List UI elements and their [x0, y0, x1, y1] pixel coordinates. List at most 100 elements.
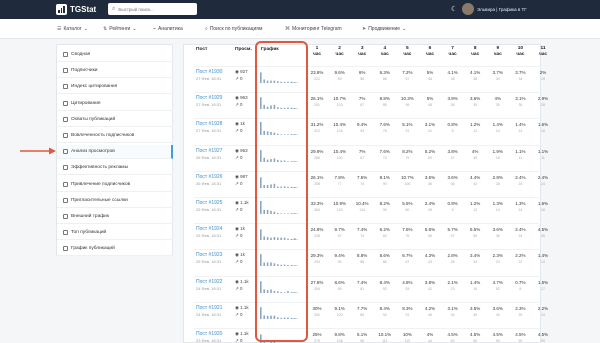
hour-cell: 10.4% 100 [331, 149, 349, 160]
hour-percent: 9.6% [334, 70, 345, 75]
search-input[interactable] [118, 6, 189, 12]
hour-percent: 8.6% [379, 253, 390, 259]
post-link[interactable]: Пост #1930 [196, 69, 222, 75]
hour-cell: 4.7% 52 [489, 280, 507, 291]
sidebar-item[interactable]: Вовлеченность подписчиков [57, 129, 173, 143]
hour-cell: 2.1% 23 [444, 280, 462, 291]
hour-percent: 7.6% [379, 148, 390, 154]
hour-cell: 8.2% 90 [376, 201, 394, 212]
hour-unit: час [493, 52, 502, 57]
hour-count: 85 [382, 103, 387, 108]
hour-count: 36 [428, 181, 432, 186]
hour-count: 56 [360, 77, 365, 81]
sidebar-item[interactable]: Сводная [57, 48, 173, 62]
hour-percent: 1.3% [492, 201, 503, 206]
sidebar-item[interactable]: Привлечение подписчиков [57, 178, 173, 192]
hour-percent: 9.1% [334, 305, 345, 311]
hour-count: 275 [314, 339, 320, 343]
nav-item-promotion[interactable]: ➤ Продвижение ⌄ [362, 26, 406, 32]
hour-cell: 3.7% 34 [511, 70, 529, 81]
hour-cell: 1.6% 16 [534, 122, 552, 133]
menu-item-icon [63, 52, 68, 57]
hour-cell: 8.6% 86 [376, 253, 394, 264]
sidebar-item[interactable]: Анализ просмотров [57, 145, 173, 160]
hour-cell: 4.5% 50 [466, 332, 484, 343]
hour-percent: 1.6% [537, 201, 549, 206]
hour-percent: 25% [312, 332, 322, 337]
hour-cell: 3.6% 36 [444, 175, 462, 186]
post-link[interactable]: Пост #1929 [196, 95, 222, 101]
moon-icon[interactable]: ☾ [451, 5, 457, 13]
nav-item-catalog[interactable]: ☰ Каталог ⌄ [57, 26, 88, 32]
sidebar-item[interactable]: График публикаций [57, 242, 173, 257]
header-hour: 2 час [331, 46, 349, 58]
hour-cell: 3.5% 39 [466, 306, 484, 317]
hour-percent: 8.3% [402, 305, 413, 311]
post-link[interactable]: Пост #1923 [196, 252, 222, 258]
hour-count: 90 [382, 208, 387, 212]
hour-unit: час [538, 52, 548, 57]
hour-count: 11 [518, 155, 523, 160]
post-link[interactable]: Пост #1928 [196, 121, 222, 127]
sidebar-item[interactable]: Эффективность рекламы [57, 161, 173, 176]
hour-percent: 9.4% [357, 122, 368, 128]
hour-percent: 1.6% [537, 122, 549, 128]
sidebar-item[interactable]: Цитирования [57, 97, 173, 111]
nav-item-analytics[interactable]: ⌁ Аналитика [153, 26, 183, 32]
post-link[interactable]: Пост #1922 [196, 279, 222, 285]
hour-percent: 5% [426, 70, 434, 75]
hour-cell: 1.4% 15 [466, 280, 484, 291]
nav-item-post-search[interactable]: ⌕ Поиск по публикациям [205, 26, 262, 32]
sidebar-item[interactable]: Охваты публикаций [57, 113, 173, 127]
hour-count: 50 [473, 339, 478, 343]
hour-percent: 4.5% [537, 332, 549, 337]
hour-percent: 9.7% [334, 227, 345, 233]
hour-count: 288 [314, 155, 320, 160]
hour-percent: 30% [312, 305, 322, 311]
post-link[interactable]: Пост #1927 [196, 148, 222, 154]
sidebar-item-label: Подписчики [71, 68, 98, 74]
hour-percent: 10.7% [401, 174, 414, 180]
hour-count: 306 [314, 286, 320, 291]
menu-item-icon [63, 197, 68, 203]
hour-cell: 4.8% 53 [398, 280, 416, 291]
sidebar-item[interactable]: Внешний трафик [57, 210, 173, 224]
hour-percent: 10.4% [355, 201, 369, 206]
hour-percent: 3.8% [447, 148, 458, 154]
hour-unit: час [358, 52, 367, 57]
user-menu[interactable]: Эльвира | Графика в ТГ [462, 3, 527, 15]
hour-cell: 7.6% 76 [398, 227, 416, 238]
sidebar-item-label: Эффективность рекламы [71, 165, 129, 171]
hour-cell: 2.9% 28 [534, 96, 552, 107]
sidebar-item-label: Сводная [71, 52, 91, 57]
hour-unit: час [403, 52, 412, 57]
hour-count: 45 [541, 234, 545, 239]
post-link[interactable]: Пост #1920 [196, 331, 222, 337]
post-link[interactable]: Пост #1926 [196, 174, 222, 180]
hour-cell: 1.1% 11 [511, 149, 529, 160]
post-link[interactable]: Пост #1924 [196, 226, 222, 232]
post-link[interactable]: Пост #1925 [196, 200, 222, 206]
hour-cell: 2.8% 28 [444, 253, 462, 264]
hour-percent: 31.2% [310, 122, 324, 128]
post-date: 26 Фев, 18:31 [196, 154, 222, 160]
search-icon: ⌕ [205, 26, 208, 32]
hour-count: 36 [495, 234, 500, 239]
nav-item-monitoring[interactable]: ⌘ Мониторинг Telegram [285, 26, 342, 32]
post-link[interactable]: Пост #1921 [196, 305, 222, 311]
sidebar-item[interactable]: Подписчики [57, 64, 173, 79]
hour-unit: час [516, 52, 525, 57]
sidebar-item[interactable]: Индекс цитирования [57, 80, 173, 95]
hour-cell: 6.3% 58 [376, 70, 394, 81]
hour-count: 14 [495, 129, 500, 134]
hour-count: 248 [314, 234, 320, 239]
sidebar-item[interactable]: Пригласительные ссылки [57, 194, 173, 208]
header-hour: 7 час [444, 46, 462, 58]
search-box[interactable]: ⌕ [108, 3, 197, 15]
post-date: 27 Фев, 18:31 [196, 128, 222, 134]
hour-count: 56 [428, 234, 432, 239]
nav-item-ratings[interactable]: ⇅ Рейтинги ⌄ [103, 26, 137, 32]
hour-count: 8 [451, 129, 454, 134]
sidebar-item[interactable]: Топ публикаций [57, 226, 173, 241]
logo[interactable]: TGStat [56, 4, 96, 15]
